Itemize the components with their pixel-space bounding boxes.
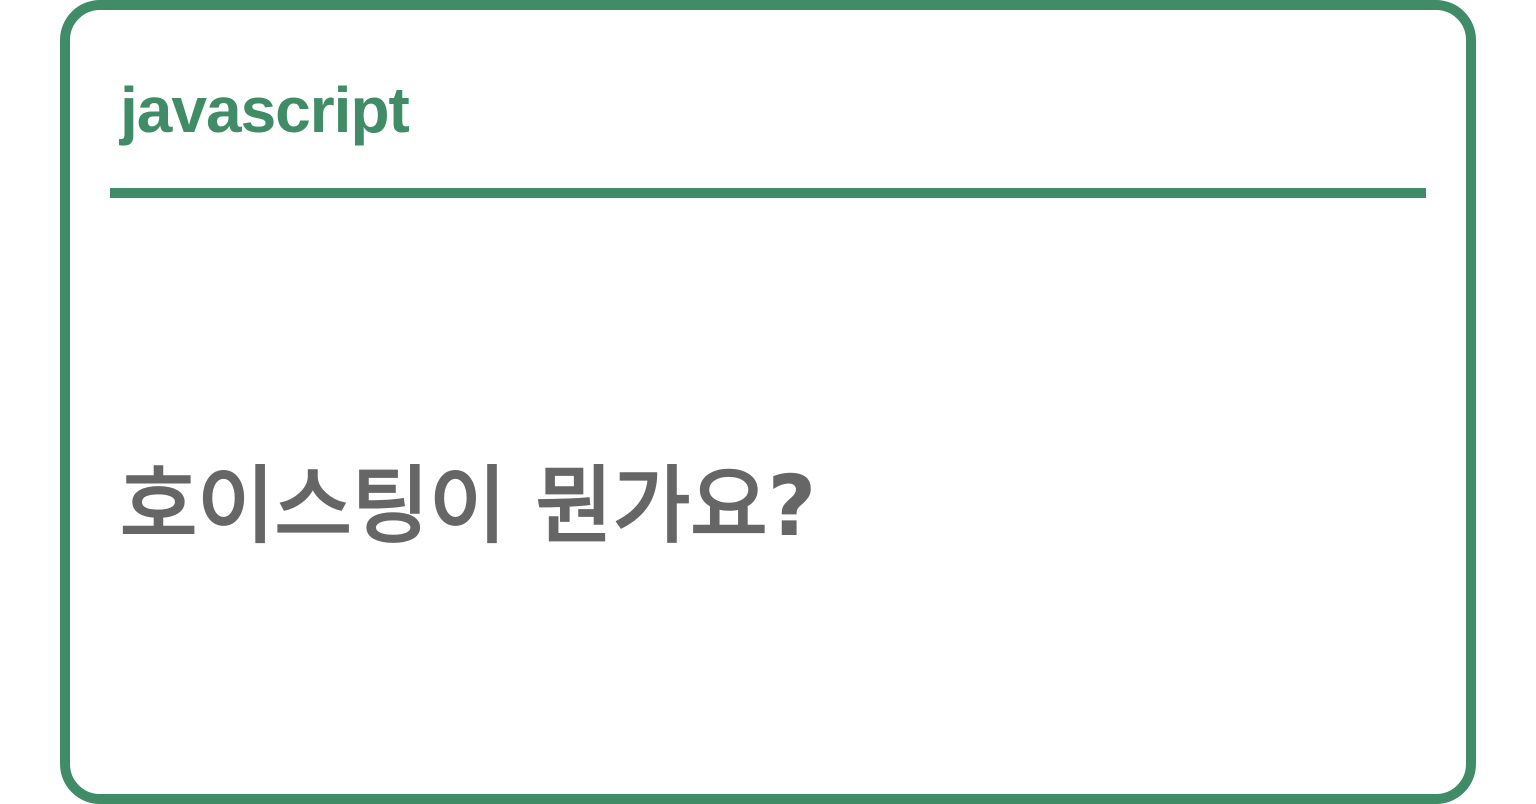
question-text: 호이스팅이 뭔가요? [120,457,817,555]
question-card: javascript 호이스팅이 뭔가요? [60,0,1476,804]
divider [110,188,1426,198]
topic-tag: javascript [120,74,410,146]
